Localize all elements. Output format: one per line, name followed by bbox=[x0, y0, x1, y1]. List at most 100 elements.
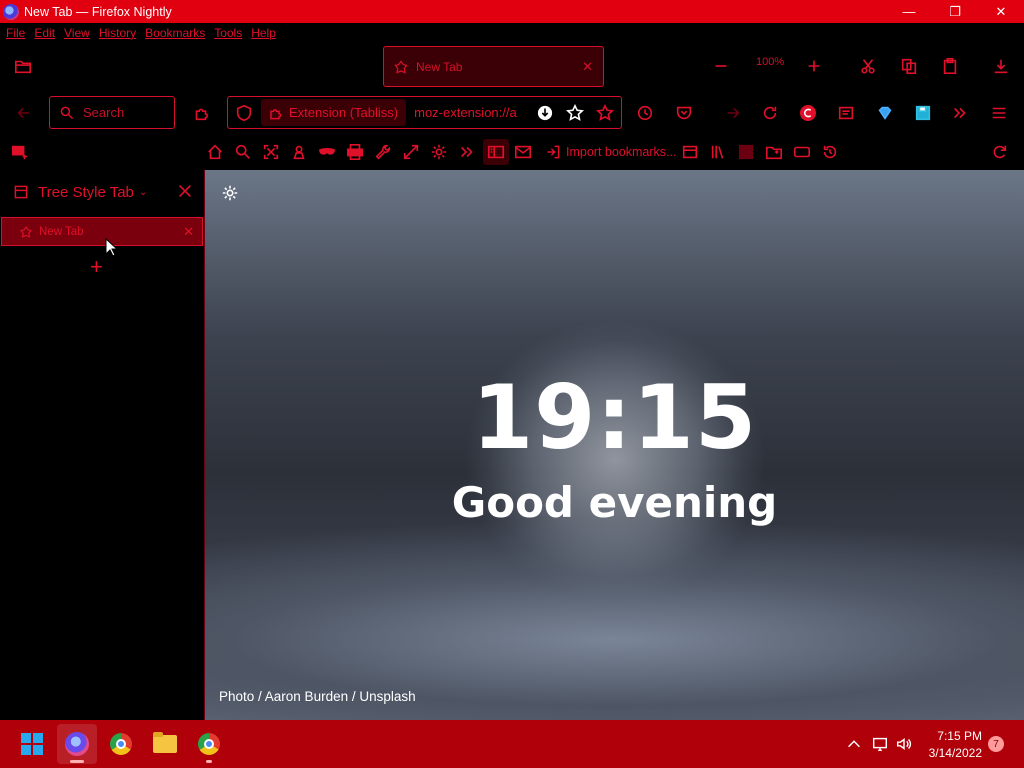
fullscreen-icon[interactable] bbox=[402, 143, 420, 161]
taskbar-clock-time[interactable]: 7:15 PM bbox=[932, 729, 982, 743]
zoom-in-icon[interactable] bbox=[805, 57, 823, 75]
menu-tools[interactable]: Tools bbox=[214, 26, 242, 40]
network-icon[interactable] bbox=[871, 735, 889, 756]
sidebar-title[interactable]: Tree Style Tab bbox=[38, 184, 134, 201]
menu-edit[interactable]: Edit bbox=[34, 26, 55, 40]
tab-title: New Tab bbox=[416, 59, 463, 74]
sidebar-tab-title: New Tab bbox=[39, 225, 84, 238]
screenshot-icon[interactable] bbox=[262, 143, 280, 161]
sync-tabs-icon[interactable] bbox=[11, 143, 29, 161]
taskbar: 7:15 PM 3/14/2022 7 bbox=[0, 720, 1024, 768]
running-indicator bbox=[206, 760, 212, 763]
sidebar-tab-item[interactable]: New Tab ✕ bbox=[1, 217, 203, 246]
zoom-out-icon[interactable] bbox=[712, 57, 730, 75]
tab-favicon-icon bbox=[394, 59, 408, 74]
taskbar-file-explorer[interactable] bbox=[145, 724, 185, 764]
folder-icon bbox=[153, 732, 177, 753]
menu-bookmarks[interactable]: Bookmarks bbox=[145, 26, 205, 40]
identity-box[interactable]: Extension (Tabliss) bbox=[261, 99, 407, 126]
tree-style-tab-sidebar: Tree Style Tab ⌄ New Tab ✕ + bbox=[0, 170, 205, 720]
tab-close-button[interactable]: ✕ bbox=[582, 59, 593, 75]
restore-session-icon[interactable] bbox=[821, 143, 839, 161]
url-bar[interactable]: Extension (Tabliss) moz-extension://a bbox=[227, 96, 622, 129]
taskbar-clock-date[interactable]: 3/14/2022 bbox=[922, 746, 982, 760]
mouse-cursor-icon bbox=[105, 238, 117, 257]
pocket-icon[interactable] bbox=[675, 104, 693, 122]
forward-icon[interactable] bbox=[724, 104, 742, 122]
search-bar[interactable]: Search bbox=[49, 96, 175, 129]
firefox-nightly-icon bbox=[3, 3, 19, 20]
reload-icon[interactable] bbox=[761, 104, 779, 122]
cut-icon[interactable] bbox=[859, 57, 877, 75]
notification-badge[interactable]: 7 bbox=[988, 736, 1004, 752]
navigation-toolbar: Search Extension (Tabliss) moz-extension… bbox=[0, 90, 1024, 135]
taskbar-firefox-nightly[interactable] bbox=[57, 724, 97, 764]
character-encoding-icon[interactable] bbox=[290, 143, 308, 161]
restore-button[interactable]: ❐ bbox=[932, 0, 978, 23]
container-extension-icon[interactable] bbox=[799, 104, 817, 122]
clock-time: 19:15 bbox=[471, 366, 758, 469]
title-bar: New Tab — Firefox Nightly — ❐ ✕ bbox=[0, 0, 1024, 23]
import-bookmarks-button[interactable]: Import bookmarks... bbox=[545, 144, 676, 160]
paste-icon[interactable] bbox=[941, 57, 959, 75]
open-folder-icon[interactable] bbox=[14, 57, 32, 75]
menu-file[interactable]: File bbox=[6, 26, 25, 40]
url-text[interactable]: moz-extension://a bbox=[414, 105, 524, 120]
overflow-chevron-icon[interactable] bbox=[951, 104, 969, 122]
find-icon[interactable] bbox=[234, 143, 252, 161]
taskbar-chrome-2[interactable] bbox=[189, 724, 229, 764]
tab-preview-icon[interactable] bbox=[793, 143, 811, 161]
history-clock-icon[interactable] bbox=[636, 104, 654, 122]
menu-help[interactable]: Help bbox=[251, 26, 276, 40]
taskbar-chrome[interactable] bbox=[101, 724, 141, 764]
volume-icon[interactable] bbox=[895, 735, 913, 756]
tabliss-settings-icon[interactable] bbox=[221, 184, 239, 207]
reader-extension-icon[interactable] bbox=[837, 104, 855, 122]
settings-gear-icon[interactable] bbox=[430, 143, 448, 161]
library-icon[interactable] bbox=[709, 143, 727, 161]
menu-view[interactable]: View bbox=[64, 26, 90, 40]
bookmarks-folder-icon[interactable] bbox=[765, 143, 783, 161]
tracking-protection-shield-icon[interactable] bbox=[235, 104, 253, 122]
sidebar-panel-icon[interactable] bbox=[737, 143, 755, 161]
gem-extension-icon[interactable] bbox=[876, 104, 894, 122]
extension-puzzle-icon bbox=[270, 108, 282, 119]
sidebar-tab-close-button[interactable]: ✕ bbox=[183, 224, 194, 240]
start-button[interactable] bbox=[12, 724, 52, 764]
download-circle-icon[interactable] bbox=[536, 104, 554, 122]
sidebar-new-tab-button[interactable]: + bbox=[90, 254, 103, 280]
hamburger-menu-icon[interactable] bbox=[990, 104, 1008, 122]
more-tools-chevron-icon[interactable] bbox=[458, 143, 476, 161]
zoom-level[interactable]: 100% bbox=[756, 56, 784, 68]
close-window-button[interactable]: ✕ bbox=[978, 0, 1024, 23]
star-outline-icon[interactable] bbox=[566, 104, 584, 122]
downloads-icon[interactable] bbox=[992, 57, 1010, 75]
chrome-icon bbox=[110, 733, 132, 755]
home-icon[interactable] bbox=[206, 143, 224, 161]
sidebar-close-icon[interactable] bbox=[176, 182, 194, 200]
private-mask-icon[interactable] bbox=[318, 143, 336, 161]
search-icon bbox=[60, 106, 74, 119]
greeting-text: Good evening bbox=[451, 478, 778, 527]
show-hidden-icons-chevron-icon[interactable] bbox=[845, 735, 863, 756]
menu-history[interactable]: History bbox=[99, 26, 136, 40]
tab-new-tab[interactable]: New Tab ✕ bbox=[383, 46, 604, 87]
sidebar-switcher-chevron-icon[interactable]: ⌄ bbox=[139, 187, 147, 198]
bookmarks-toolbar: Import bookmarks... bbox=[0, 135, 1024, 170]
sidebar-toggle-icon[interactable] bbox=[483, 139, 509, 165]
copy-icon[interactable] bbox=[900, 57, 918, 75]
photo-credit[interactable]: Photo / Aaron Burden / Unsplash bbox=[219, 689, 416, 704]
import-bookmarks-label: Import bookmarks... bbox=[566, 145, 677, 159]
back-icon[interactable] bbox=[15, 104, 33, 122]
refresh-sync-icon[interactable] bbox=[990, 143, 1008, 161]
email-link-icon[interactable] bbox=[514, 143, 532, 161]
new-window-icon[interactable] bbox=[681, 143, 699, 161]
developer-tools-wrench-icon[interactable] bbox=[374, 143, 392, 161]
extensions-icon[interactable] bbox=[192, 104, 210, 122]
save-extension-icon[interactable] bbox=[914, 104, 932, 122]
window-title: New Tab — Firefox Nightly bbox=[24, 4, 172, 19]
bookmark-star-icon[interactable] bbox=[596, 104, 614, 122]
print-icon[interactable] bbox=[346, 143, 364, 161]
minimize-button[interactable]: — bbox=[886, 0, 932, 23]
sidebar-header[interactable]: Tree Style Tab ⌄ bbox=[0, 170, 204, 214]
